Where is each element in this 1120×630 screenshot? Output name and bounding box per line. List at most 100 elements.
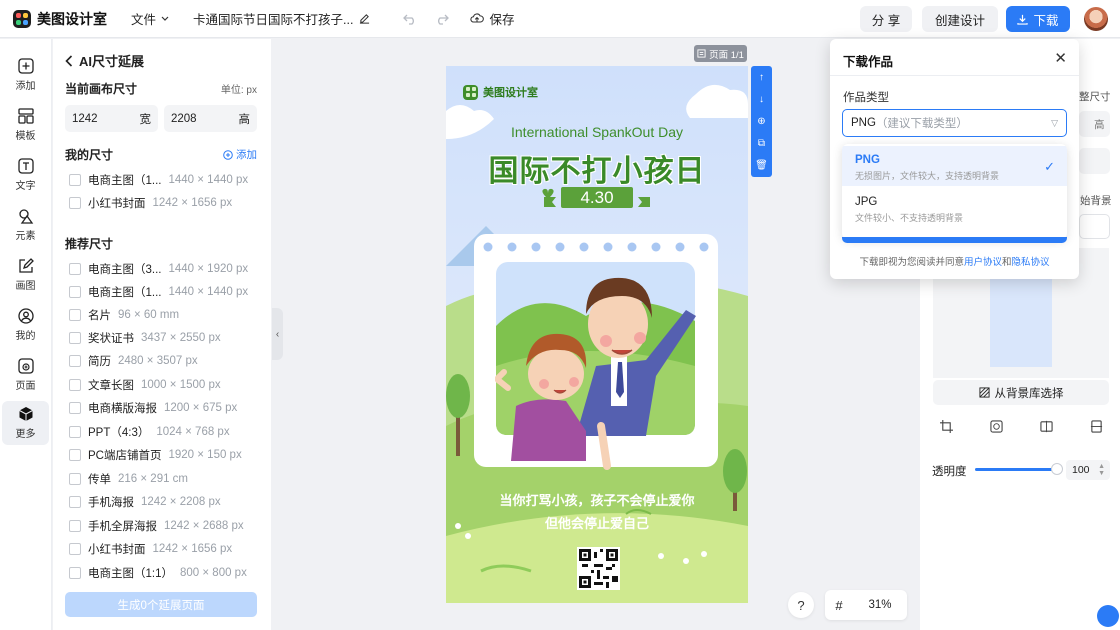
delete-page-icon[interactable]: 🗑: [755, 160, 768, 171]
size-option[interactable]: 电商主图（1... 1440 × 1440 px: [69, 171, 248, 189]
download-button[interactable]: 下载: [1006, 6, 1070, 32]
redo-icon[interactable]: [432, 9, 452, 29]
file-type-select[interactable]: PNG （建议下载类型） ▽: [842, 109, 1067, 137]
opacity-input[interactable]: 100 ▲ ▼: [1066, 460, 1110, 480]
poster-date[interactable]: 4.30: [561, 187, 633, 208]
undo-icon[interactable]: [400, 9, 420, 29]
checkbox[interactable]: [69, 355, 81, 367]
confirm-download-button[interactable]: [842, 237, 1067, 243]
rail-item-draw[interactable]: 画图: [2, 253, 49, 297]
arrow-up-icon[interactable]: ↑: [759, 72, 764, 83]
size-option[interactable]: 电商主图（1:1） 800 × 800 px: [69, 564, 247, 582]
rail-item-mine[interactable]: 我的: [2, 303, 49, 347]
zoom-value[interactable]: 31%: [853, 599, 907, 611]
poster-line-2[interactable]: 但他会停止爱自己: [446, 513, 748, 532]
document-title[interactable]: 卡通国际节日国际不打孩子...: [193, 9, 370, 28]
rail-item-more[interactable]: 更多: [2, 401, 49, 445]
rail-item-add[interactable]: 添加: [2, 53, 49, 97]
checkbox[interactable]: [69, 426, 81, 438]
size-option[interactable]: 电商主图（1... 1440 × 1440 px: [69, 283, 248, 301]
bg-color-field[interactable]: [1079, 214, 1110, 239]
checkbox[interactable]: [69, 379, 81, 391]
panel-title[interactable]: AI尺寸延展: [65, 51, 144, 70]
background-preview-thumb[interactable]: [990, 270, 1052, 367]
arrow-down-icon[interactable]: ↓: [759, 94, 764, 105]
qr-code[interactable]: [577, 547, 620, 590]
zoom-control[interactable]: # 31%: [825, 590, 907, 620]
generate-button[interactable]: 生成0个延展页面: [65, 592, 257, 617]
checkbox[interactable]: [69, 309, 81, 321]
size-option[interactable]: 电商横版海报 1200 × 675 px: [69, 399, 237, 417]
size-option[interactable]: 文章长图 1000 × 1500 px: [69, 376, 221, 394]
rail-item-label: 我的: [15, 331, 36, 342]
opacity-value: 100: [1072, 464, 1090, 476]
size-option[interactable]: 奖状证书 3437 × 2550 px: [69, 329, 221, 347]
size-option[interactable]: 小红书封面 1242 × 1656 px: [69, 540, 232, 558]
size-option[interactable]: 手机海报 1242 × 2208 px: [69, 493, 221, 511]
checkbox[interactable]: [69, 567, 81, 579]
rail-item-templates[interactable]: 模板: [2, 103, 49, 147]
checkbox[interactable]: [69, 286, 81, 298]
edit-icon[interactable]: [359, 13, 370, 24]
user-agreement-link[interactable]: 用户协议: [964, 257, 1002, 268]
close-icon[interactable]: ✕: [1054, 49, 1067, 67]
filter-icon[interactable]: [989, 419, 1003, 433]
create-design-button[interactable]: 创建设计: [922, 6, 998, 32]
option-png[interactable]: PNG 无损图片，文件较大，支持透明背景 ✓: [842, 146, 1067, 186]
checkbox[interactable]: [69, 174, 81, 186]
poster-title-cn[interactable]: 国际不打小孩日: [446, 146, 748, 190]
size-option[interactable]: 简历 2480 × 3507 px: [69, 352, 198, 370]
save-button[interactable]: 保存: [470, 9, 514, 28]
size-name: 电商主图（3...: [88, 264, 162, 276]
add-page-icon[interactable]: ⊕: [757, 116, 765, 127]
duplicate-page-icon[interactable]: ⧉: [758, 138, 765, 149]
back-arrow-icon[interactable]: [65, 54, 73, 67]
checkbox[interactable]: [69, 402, 81, 414]
size-option[interactable]: 小红书封面 1242 × 1656 px: [69, 194, 232, 212]
privacy-link[interactable]: 隐私协议: [1012, 257, 1050, 268]
slider-handle[interactable]: [1051, 463, 1063, 475]
checkbox[interactable]: [69, 496, 81, 508]
size-option[interactable]: 传单 216 × 291 cm: [69, 470, 188, 488]
size-option[interactable]: 电商主图（3... 1440 × 1920 px: [69, 260, 248, 278]
option-jpg[interactable]: JPG 文件较小、不支持透明背景: [842, 188, 1067, 228]
opacity-slider[interactable]: [975, 463, 1063, 475]
checkbox[interactable]: [69, 473, 81, 485]
size-option[interactable]: PPT（4:3） 1024 × 768 px: [69, 423, 230, 441]
collapse-panel-button[interactable]: ‹: [272, 308, 283, 360]
checkbox[interactable]: [69, 197, 81, 209]
assistant-icon[interactable]: [1097, 605, 1119, 627]
page-indicator[interactable]: 页面 1/1: [694, 45, 747, 62]
rail-item-pages[interactable]: 页面: [2, 353, 49, 397]
size-option[interactable]: PC端店铺首页 1920 × 150 px: [69, 446, 242, 464]
width-input[interactable]: 1242 宽: [65, 105, 158, 132]
add-size-button[interactable]: 添加: [223, 147, 257, 162]
share-button[interactable]: 分 享: [860, 6, 912, 32]
poster-line-1[interactable]: 当你打骂小孩，孩子不会停止爱你: [446, 490, 748, 509]
checkbox[interactable]: [69, 263, 81, 275]
file-menu[interactable]: 文件: [131, 9, 169, 28]
crop-icon[interactable]: [939, 419, 953, 433]
dialog-title: 下载作品: [843, 55, 894, 69]
poster-title-en[interactable]: International SpankOut Day: [446, 124, 748, 140]
checkbox[interactable]: [69, 332, 81, 344]
stepper-icon[interactable]: ▲ ▼: [1098, 463, 1105, 477]
avatar[interactable]: [1084, 7, 1108, 31]
help-button[interactable]: ?: [788, 592, 814, 618]
size-option[interactable]: 名片 96 × 60 mm: [69, 306, 179, 324]
flip-horizontal-icon[interactable]: [1039, 419, 1053, 433]
bg-library-button[interactable]: 从背景库选择: [933, 380, 1109, 405]
checkbox[interactable]: [69, 520, 81, 532]
checkbox[interactable]: [69, 449, 81, 461]
height-input[interactable]: 2208 高: [164, 105, 257, 132]
poster-canvas[interactable]: 美图设计室 International SpankOut Day 国际不打小孩日…: [446, 66, 748, 603]
flip-vertical-icon[interactable]: [1089, 419, 1103, 433]
app-logo[interactable]: 美图设计室: [13, 9, 107, 29]
rail-item-elements[interactable]: 元素: [2, 203, 49, 247]
size-option[interactable]: 手机全屏海报 1242 × 2688 px: [69, 517, 244, 535]
grid-icon[interactable]: #: [825, 598, 853, 613]
chevron-left-icon: ‹: [275, 328, 280, 340]
panel-button-fragment[interactable]: [1079, 148, 1110, 174]
rail-item-text[interactable]: 文字: [2, 153, 49, 197]
checkbox[interactable]: [69, 543, 81, 555]
